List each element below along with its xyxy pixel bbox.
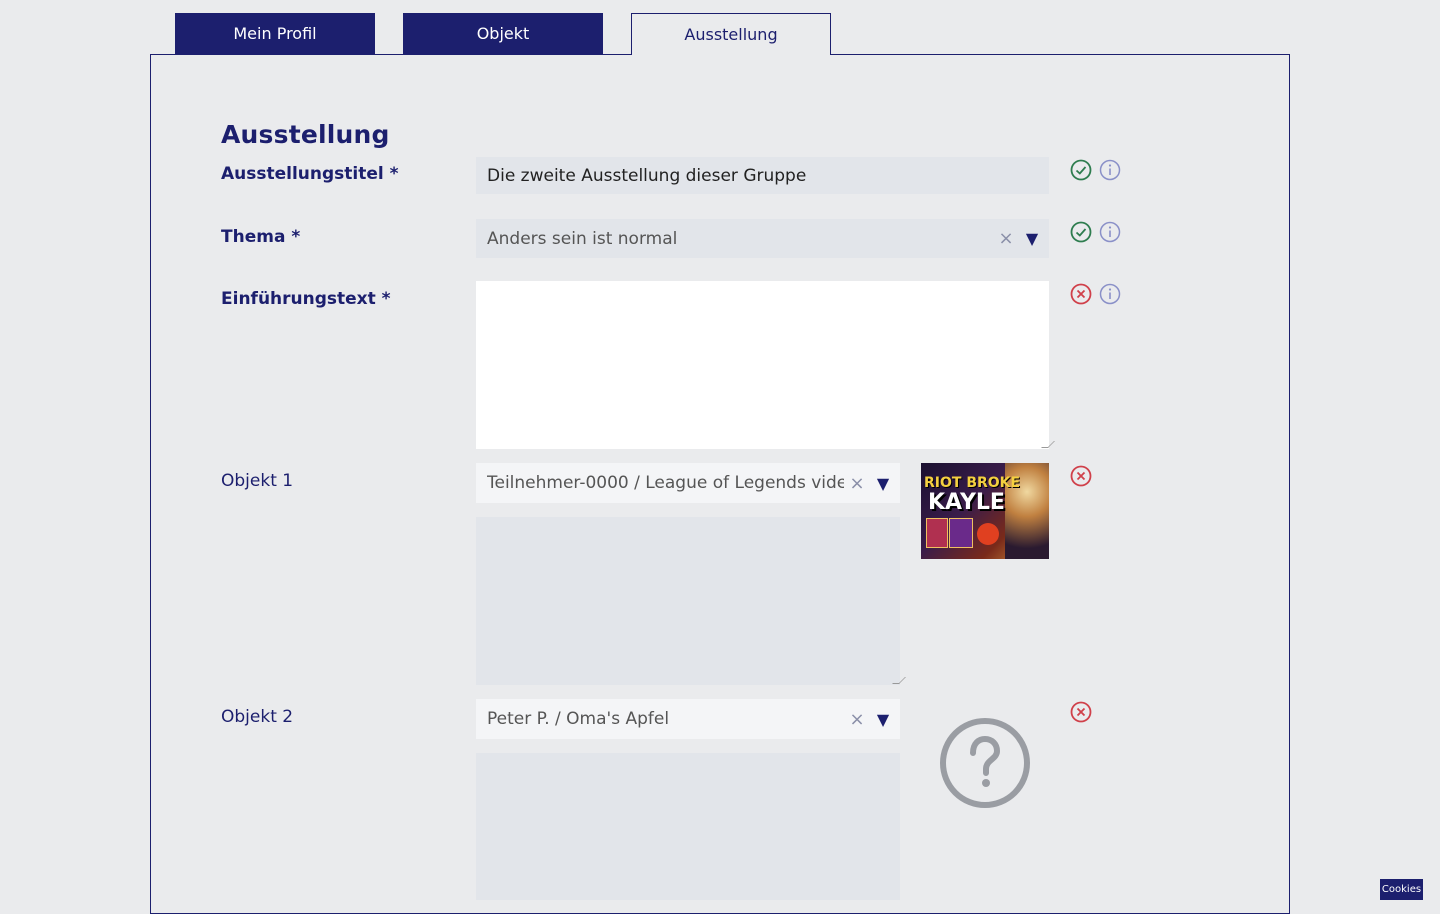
clear-icon[interactable]: × xyxy=(844,473,870,494)
object1-thumbnail: RIOT BROKE KAYLE xyxy=(921,463,1049,559)
thumbnail-card xyxy=(926,518,948,548)
object2-description[interactable] xyxy=(476,753,900,900)
clear-icon[interactable]: × xyxy=(844,709,870,730)
object2-select-value: Peter P. / Oma's Apfel xyxy=(487,709,670,729)
object2-select[interactable]: Peter P. / Oma's Apfel × ▼ xyxy=(476,699,900,739)
chevron-down-icon[interactable]: ▼ xyxy=(870,474,896,493)
x-circle-icon[interactable] xyxy=(1070,465,1092,487)
theme-label: Thema * xyxy=(221,227,301,247)
intro-label: Einführungstext * xyxy=(221,289,391,309)
info-circle-icon[interactable] xyxy=(1099,159,1121,181)
info-circle-icon[interactable] xyxy=(1099,221,1121,243)
theme-select[interactable]: Anders sein ist normal × ▼ xyxy=(476,219,1049,258)
clear-icon[interactable]: × xyxy=(993,228,1019,249)
tab-mein-profil[interactable]: Mein Profil xyxy=(175,13,375,54)
object1-description[interactable] xyxy=(476,517,906,685)
theme-select-value: Anders sein ist normal xyxy=(487,228,678,249)
object1-select[interactable]: Teilnehmer-0000 / League of Legends vide… xyxy=(476,463,900,503)
x-circle-icon xyxy=(1070,283,1092,305)
object1-label: Objekt 1 xyxy=(221,471,294,491)
chevron-down-icon[interactable]: ▼ xyxy=(870,710,896,729)
object1-select-value: Teilnehmer-0000 / League of Legends vide… xyxy=(487,473,844,493)
x-circle-icon[interactable] xyxy=(1070,701,1092,723)
thumbnail-orb xyxy=(977,523,999,545)
thumbnail-card xyxy=(949,518,973,548)
object2-label: Objekt 2 xyxy=(221,707,294,727)
check-circle-icon xyxy=(1070,221,1092,243)
thumbnail-text-top: RIOT BROKE xyxy=(924,475,1021,491)
intro-textarea[interactable] xyxy=(476,281,1055,449)
chevron-down-icon[interactable]: ▼ xyxy=(1019,229,1045,248)
tab-ausstellung[interactable]: Ausstellung xyxy=(631,13,831,55)
thumbnail-text-main: KAYLE xyxy=(928,490,1005,515)
section-heading: Ausstellung xyxy=(221,120,390,149)
check-circle-icon xyxy=(1070,159,1092,181)
cookies-button[interactable]: Cookies xyxy=(1380,879,1423,900)
tab-objekt[interactable]: Objekt xyxy=(403,13,603,54)
title-input[interactable]: Die zweite Ausstellung dieser Gruppe xyxy=(476,157,1049,194)
info-circle-icon[interactable] xyxy=(1099,283,1121,305)
question-mark-icon xyxy=(940,718,1030,808)
title-label: Ausstellungstitel * xyxy=(221,164,399,184)
